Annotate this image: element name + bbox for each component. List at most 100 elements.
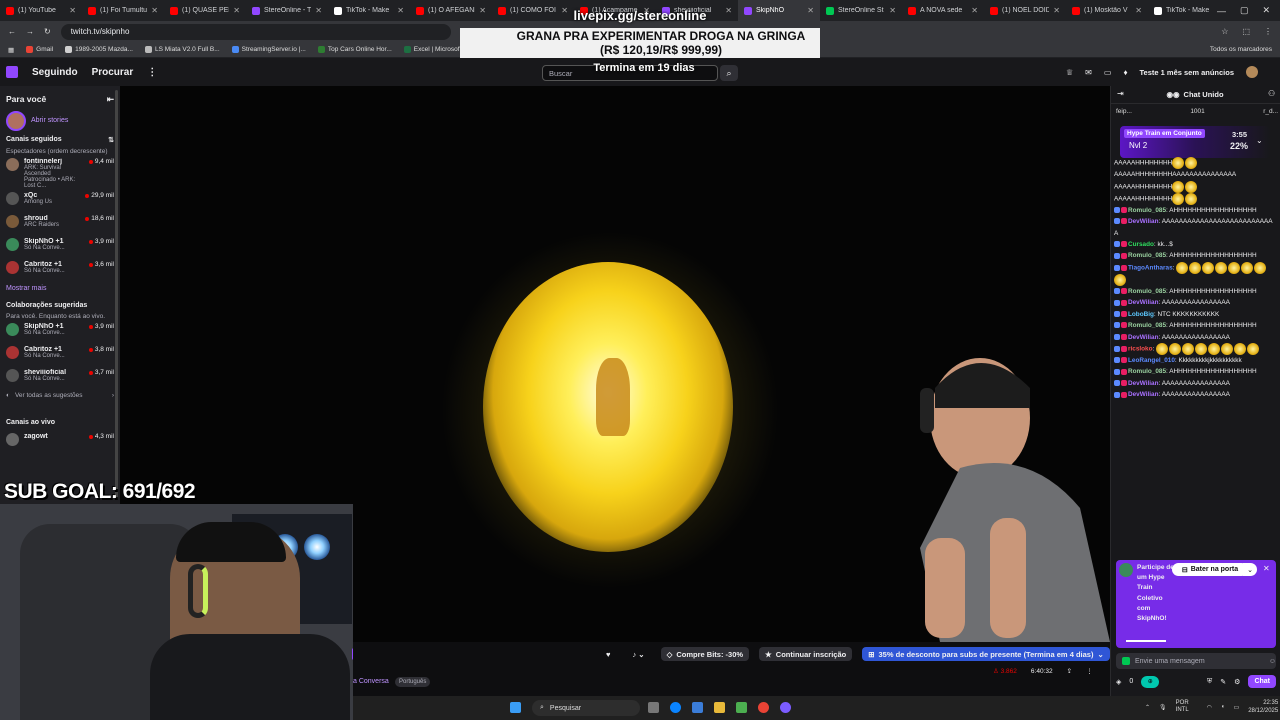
sort-icon[interactable]: ⇅ bbox=[108, 136, 114, 144]
tab-close-icon[interactable]: ✕ bbox=[397, 6, 404, 15]
gift-subs-promo-button[interactable]: ⊞ 35% de desconto para subs de presente (… bbox=[862, 647, 1110, 661]
browser-tab[interactable]: (1) NOEL DOID ✕ bbox=[984, 0, 1066, 21]
windows-start-icon[interactable] bbox=[510, 702, 521, 713]
emote-picker-icon[interactable]: ☺ bbox=[1269, 658, 1276, 665]
chat-input[interactable]: Envie uma mensagem ☺ bbox=[1116, 653, 1276, 669]
chat-username[interactable]: TiagoAntharas bbox=[1128, 264, 1173, 271]
chat-message[interactable]: Cursado: kk...$ bbox=[1114, 239, 1274, 250]
browser-tab[interactable]: (1) O AFEGANI ✕ bbox=[410, 0, 492, 21]
chat-settings-icon[interactable]: ⚙ bbox=[1234, 678, 1240, 686]
tab-close-icon[interactable]: ✕ bbox=[971, 6, 978, 15]
collapse-sidebar-icon[interactable]: ⇤ bbox=[107, 94, 114, 105]
browser-tab[interactable]: (1) QUASE PER ✕ bbox=[164, 0, 246, 21]
chat-username[interactable]: DevWilian bbox=[1128, 299, 1158, 306]
edit-icon[interactable]: ✎ bbox=[1220, 678, 1226, 686]
close-card-icon[interactable]: ✕ bbox=[1263, 564, 1270, 573]
browser-tab[interactable]: StereOnline St ✕ bbox=[820, 0, 902, 21]
browser-tab[interactable]: StereOnline - T ✕ bbox=[246, 0, 328, 21]
tab-close-icon[interactable]: ✕ bbox=[807, 6, 814, 15]
task-view-icon[interactable] bbox=[648, 702, 659, 713]
buy-bits-button[interactable]: ◇ Compre Bits: -30% bbox=[660, 647, 750, 661]
bookmark-item[interactable]: 1989-2005 Mazda... bbox=[65, 46, 133, 53]
tab-close-icon[interactable]: ✕ bbox=[479, 6, 486, 15]
chat-username[interactable]: DevWilian bbox=[1128, 218, 1158, 225]
maximize-icon[interactable]: ▢ bbox=[1240, 5, 1249, 16]
inbox-icon[interactable]: ✉ bbox=[1085, 68, 1092, 77]
show-more-link[interactable]: Mostrar mais bbox=[0, 281, 120, 296]
browser-tab[interactable]: (1) Mosktão V ✕ bbox=[1066, 0, 1148, 21]
tab-close-icon[interactable]: ✕ bbox=[233, 6, 240, 15]
crown-icon[interactable]: ♕ bbox=[1066, 68, 1073, 77]
file-explorer-icon[interactable] bbox=[714, 702, 725, 713]
nav-more-icon[interactable]: ⋮ bbox=[147, 67, 157, 78]
chat-users-icon[interactable]: ⚇ bbox=[1268, 89, 1275, 98]
chat-message[interactable]: Romulo_085: AHHHHHHHHHHHHHHHHHH bbox=[1114, 366, 1274, 377]
bookmark-item[interactable]: Top Cars Online Hor... bbox=[317, 46, 392, 53]
chat-username[interactable]: ricsloko bbox=[1128, 346, 1153, 353]
url-field[interactable]: twitch.tv/skipnho bbox=[60, 23, 451, 40]
minimize-icon[interactable]: — bbox=[1217, 6, 1226, 16]
copilot-icon[interactable] bbox=[670, 702, 681, 713]
mic-icon[interactable]: 🎙 bbox=[1159, 704, 1167, 711]
bookmark-item[interactable]: Gmail bbox=[26, 46, 53, 53]
more-options-icon[interactable]: ⋮ bbox=[1086, 667, 1093, 675]
sidebar-channel-item[interactable]: SkipNhO +1 Só Na Conve... 3,9 mil bbox=[0, 320, 120, 343]
chat-username[interactable]: Cursado bbox=[1128, 241, 1154, 248]
chat-username[interactable]: LoboBig bbox=[1128, 311, 1154, 318]
discord-icon[interactable] bbox=[780, 702, 791, 713]
sidebar-channel-item[interactable]: fontinnelerj ARK: Survival Ascended Patro… bbox=[0, 155, 120, 189]
chat-message[interactable]: LeoRangel_010: Kkkkkkkkkjkkkkkkkkkk bbox=[1114, 355, 1274, 366]
chat-username[interactable]: DevWilian bbox=[1128, 334, 1158, 341]
notification-bell-icon[interactable]: ♪ ⌄ bbox=[626, 647, 650, 661]
tab-close-icon[interactable]: ✕ bbox=[1135, 6, 1142, 15]
chat-username[interactable]: Romulo_085 bbox=[1128, 288, 1166, 295]
browser-tab[interactable]: A NOVA sede ✕ bbox=[902, 0, 984, 21]
bookmark-item[interactable]: StreamingServer.io |... bbox=[231, 46, 306, 53]
leader-3[interactable]: r_d... bbox=[1263, 108, 1278, 115]
chat-message[interactable]: DevWilian: AAAAAAAAAAAAAAAA bbox=[1114, 389, 1274, 400]
bookmark-item[interactable]: LS Miata V2.0 Full B... bbox=[144, 46, 220, 53]
share-icon[interactable]: ⇪ bbox=[1067, 667, 1072, 675]
tray-chevron-icon[interactable]: ⌃ bbox=[1145, 704, 1150, 711]
browser-tab[interactable]: (1) YouTube ✕ bbox=[0, 0, 82, 21]
chat-message[interactable]: AAAAAHHHHHHHH bbox=[1114, 192, 1274, 205]
bonus-claim-icon[interactable]: ⊕ bbox=[1141, 675, 1160, 688]
sidebar-channel-item[interactable]: Cabritoz +1 Só Na Conve... 3,6 mil bbox=[0, 258, 120, 281]
tab-close-icon[interactable]: ✕ bbox=[889, 6, 896, 15]
send-chat-button[interactable]: Chat bbox=[1248, 675, 1276, 688]
tab-close-icon[interactable]: ✕ bbox=[69, 6, 76, 15]
chat-message[interactable]: DevWilian: AAAAAAAAAAAAAAAAAAAAAAAAAAA bbox=[1114, 216, 1274, 239]
chat-message[interactable]: TiagoAntharas: bbox=[1114, 261, 1274, 286]
bookmark-star-icon[interactable]: ☆ bbox=[1221, 27, 1228, 36]
close-window-icon[interactable]: ✕ bbox=[1262, 5, 1270, 16]
sidebar-channel-item[interactable]: shroud ARC Raiders 18,6 mil bbox=[0, 212, 120, 235]
chat-username[interactable]: Romulo_085 bbox=[1128, 207, 1166, 214]
chat-message[interactable]: ricsloko: bbox=[1114, 342, 1274, 355]
language-tag[interactable]: Português bbox=[395, 677, 431, 687]
sidebar-channel-item[interactable]: xQc Among Us 29,9 mil bbox=[0, 189, 120, 212]
prime-button[interactable]: Teste 1 mês sem anúncios bbox=[1140, 68, 1235, 77]
battery-icon[interactable]: ▭ bbox=[1234, 704, 1240, 711]
see-all-suggestions[interactable]: ◐ Ver todas as sugestões › bbox=[0, 389, 120, 411]
sidebar-channel-item[interactable]: SkipNhO +1 Só Na Conve... 3,9 mil bbox=[0, 235, 120, 258]
chat-message[interactable]: LoboBig: NTC KKKKKKKKKKK bbox=[1114, 309, 1274, 320]
chat-message[interactable]: AAAAAHHHHHHHH bbox=[1114, 157, 1274, 169]
sidebar-channel-item[interactable]: Cabritoz +1 Só Na Conve... 3,8 mil bbox=[0, 343, 120, 366]
continue-sub-button[interactable]: ★ Continuar inscrição bbox=[759, 647, 853, 661]
search-button[interactable]: ⌕ bbox=[720, 65, 738, 81]
nav-browse[interactable]: Procurar bbox=[92, 67, 134, 78]
sidebar-scrollbar[interactable] bbox=[115, 90, 118, 500]
extensions-icon[interactable]: ⬚ bbox=[1242, 27, 1250, 36]
whispers-icon[interactable]: ▭ bbox=[1104, 68, 1112, 77]
reload-icon[interactable]: ↻ bbox=[44, 27, 51, 36]
follow-heart-icon[interactable]: ♥ bbox=[600, 647, 616, 661]
collapse-chat-icon[interactable]: ⇥ bbox=[1117, 89, 1124, 98]
chat-message[interactable]: DevWilian: AAAAAAAAAAAAAAAA bbox=[1114, 332, 1274, 343]
back-icon[interactable]: ← bbox=[8, 27, 16, 36]
chat-message[interactable]: Romulo_085: AHHHHHHHHHHHHHHHHHH bbox=[1114, 286, 1274, 297]
taskbar-search[interactable]: ⌕ Pesquisar bbox=[532, 700, 640, 716]
knock-dropdown-icon[interactable]: ⌄ bbox=[1243, 563, 1257, 576]
hype-expand-icon[interactable]: ⌄ bbox=[1256, 136, 1263, 145]
language-indicator[interactable]: POR INTL bbox=[1176, 700, 1198, 714]
stories-row[interactable]: Abrir stories bbox=[0, 109, 120, 132]
